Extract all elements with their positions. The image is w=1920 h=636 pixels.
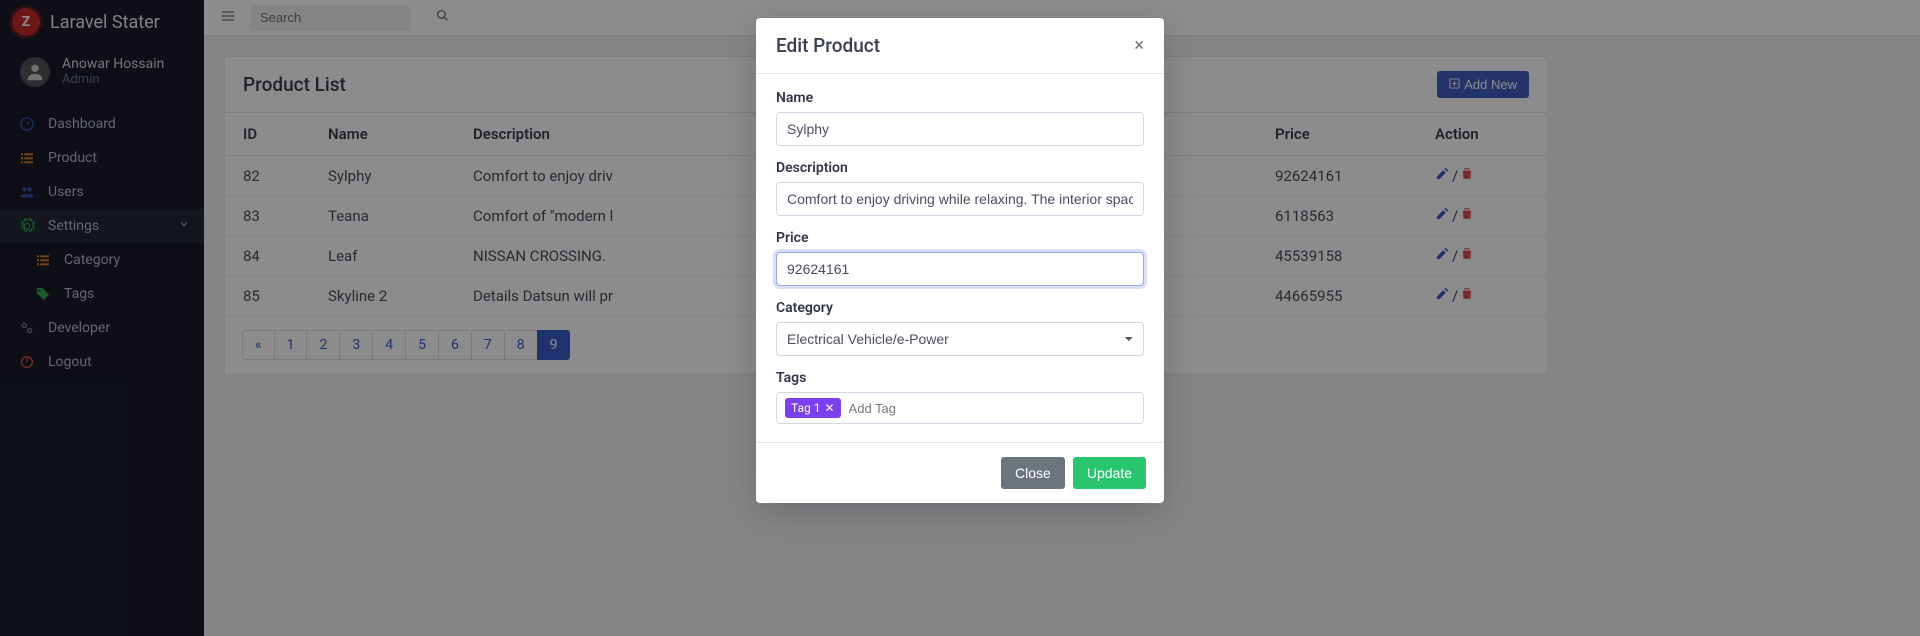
description-input[interactable] <box>776 182 1144 216</box>
tag-pill-label: Tag 1 <box>791 401 820 415</box>
modal-title: Edit Product <box>776 34 880 57</box>
modal-footer: Close Update <box>756 442 1164 503</box>
name-input[interactable] <box>776 112 1144 146</box>
category-select[interactable]: Electrical Vehicle/e-Power <box>776 322 1144 356</box>
modal-header: Edit Product × <box>756 18 1164 74</box>
price-label: Price <box>776 230 1144 246</box>
tags-label: Tags <box>776 370 1144 386</box>
tag-remove-icon[interactable]: ✕ <box>824 401 834 415</box>
name-label: Name <box>776 90 1144 106</box>
edit-product-modal: Edit Product × Name Description Price Ca… <box>756 18 1164 503</box>
close-icon[interactable]: × <box>1134 37 1144 55</box>
tag-pill: Tag 1 ✕ <box>785 398 841 418</box>
tags-box[interactable]: Tag 1 ✕ <box>776 392 1144 424</box>
update-button[interactable]: Update <box>1073 457 1146 489</box>
close-button[interactable]: Close <box>1001 457 1065 489</box>
category-label: Category <box>776 300 1144 316</box>
description-label: Description <box>776 160 1144 176</box>
price-input[interactable] <box>776 252 1144 286</box>
modal-body: Name Description Price Category Electric… <box>756 74 1164 442</box>
tag-input[interactable] <box>849 401 1135 416</box>
